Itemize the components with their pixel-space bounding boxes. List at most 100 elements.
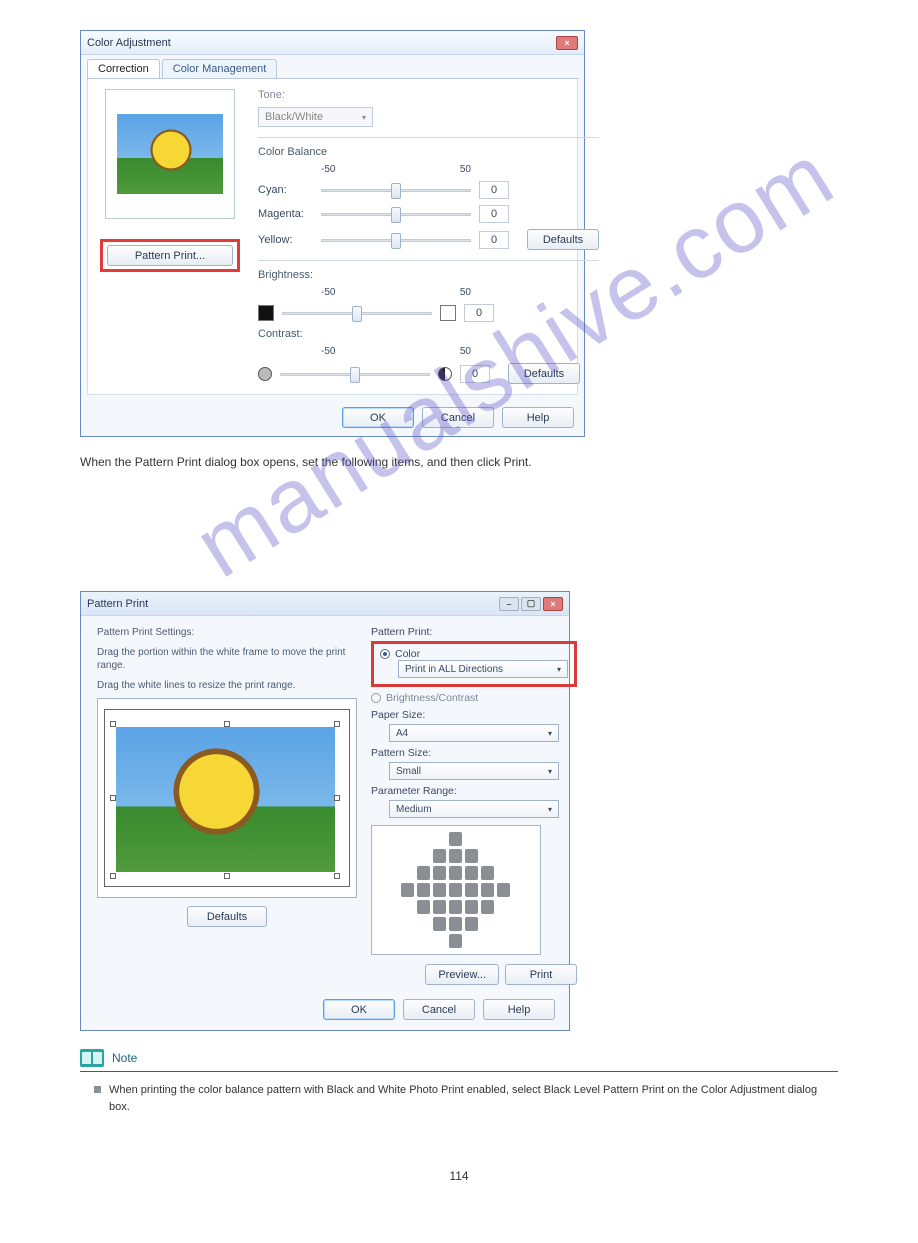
- cancel-button-2[interactable]: Cancel: [403, 999, 475, 1020]
- crop-handle[interactable]: [224, 721, 230, 727]
- crop-handle[interactable]: [110, 873, 116, 879]
- dialog2-button-row: OK Cancel Help: [81, 995, 569, 1030]
- note-text: When printing the color balance pattern …: [109, 1082, 834, 1115]
- paper-size-label: Paper Size:: [371, 709, 577, 721]
- chevron-down-icon: ▾: [557, 665, 561, 674]
- window-buttons: ×: [556, 36, 578, 50]
- color-adjustment-dialog: Color Adjustment × Correction Color Mana…: [80, 30, 585, 437]
- paper-size-select[interactable]: A4 ▾: [389, 724, 559, 742]
- white-square-icon: [440, 305, 456, 321]
- tab-strip: Correction Color Management: [87, 59, 578, 79]
- color-direction-value: Print in ALL Directions: [405, 664, 503, 675]
- page-number: 114: [80, 1169, 838, 1183]
- settings-hint2: Drag the white lines to resize the print…: [97, 679, 357, 693]
- scale-labels: -50 50: [321, 164, 471, 175]
- defaults-button-pattern[interactable]: Defaults: [187, 906, 267, 927]
- dialog-button-row: OK Cancel Help: [81, 401, 584, 436]
- pattern-size-value: Small: [396, 766, 421, 777]
- sample-image: [117, 114, 223, 194]
- crop-handle[interactable]: [334, 721, 340, 727]
- brightness-contrast-radio[interactable]: Brightness/Contrast: [371, 692, 577, 704]
- defaults-button-colorbalance[interactable]: Defaults: [527, 229, 599, 250]
- note-heading: Note: [112, 1051, 137, 1065]
- pattern-size-select[interactable]: Small ▾: [389, 762, 559, 780]
- pattern-size-label: Pattern Size:: [371, 747, 577, 759]
- contrast-label: Contrast:: [258, 328, 599, 340]
- crop-preview[interactable]: [97, 698, 357, 898]
- settings-heading: Pattern Print Settings:: [97, 626, 357, 640]
- parameter-range-select[interactable]: Medium ▾: [389, 800, 559, 818]
- dialog-titlebar: Color Adjustment ×: [81, 31, 584, 55]
- magenta-value[interactable]: 0: [479, 205, 509, 223]
- tone-label: Tone:: [258, 89, 599, 101]
- scale-min: -50: [321, 164, 335, 175]
- crop-handle[interactable]: [334, 795, 340, 801]
- pattern-print-label: Pattern Print:: [371, 626, 577, 638]
- scale-max: 50: [460, 164, 471, 175]
- color-direction-select[interactable]: Print in ALL Directions ▾: [398, 660, 568, 678]
- ok-button[interactable]: OK: [342, 407, 414, 428]
- dialog2-title: Pattern Print: [87, 598, 148, 610]
- chevron-down-icon: ▾: [548, 805, 552, 814]
- window-buttons-2: – ▢ ×: [499, 597, 563, 611]
- help-button-2[interactable]: Help: [483, 999, 555, 1020]
- tone-value: Black/White: [265, 111, 323, 123]
- crop-handle[interactable]: [224, 873, 230, 879]
- color-balance-label: Color Balance: [258, 146, 599, 158]
- crop-handle[interactable]: [334, 873, 340, 879]
- scale-max-c: 50: [460, 346, 471, 357]
- contrast-slider[interactable]: [280, 365, 430, 383]
- paper-size-value: A4: [396, 728, 408, 739]
- brightness-label: Brightness:: [258, 269, 599, 281]
- minimize-icon[interactable]: –: [499, 597, 519, 611]
- intro-text: When the Pattern Print dialog box opens,…: [80, 453, 838, 471]
- highlight-frame-2: Color Print in ALL Directions ▾: [371, 641, 577, 687]
- dialog2-titlebar: Pattern Print – ▢ ×: [81, 592, 569, 616]
- chevron-down-icon: ▾: [548, 729, 552, 738]
- square-bullet-icon: [94, 1086, 101, 1093]
- crop-handle[interactable]: [110, 721, 116, 727]
- settings-hint1: Drag the portion within the white frame …: [97, 646, 357, 673]
- color-radio-label: Color: [395, 648, 420, 660]
- cyan-value[interactable]: 0: [479, 181, 509, 199]
- pattern-print-button[interactable]: Pattern Print...: [107, 245, 233, 266]
- dialog-title: Color Adjustment: [87, 37, 171, 49]
- print-button[interactable]: Print: [505, 964, 577, 985]
- tab-correction[interactable]: Correction: [87, 59, 160, 78]
- close-icon-2[interactable]: ×: [543, 597, 563, 611]
- contrast-value[interactable]: 0: [460, 365, 490, 383]
- close-icon[interactable]: ×: [556, 36, 578, 50]
- crop-handle[interactable]: [110, 795, 116, 801]
- magenta-label: Magenta:: [258, 208, 313, 220]
- scale-max-b: 50: [460, 287, 471, 298]
- preview-thumbnail: [105, 89, 235, 219]
- black-square-icon: [258, 305, 274, 321]
- chevron-down-icon: ▾: [362, 113, 366, 122]
- cancel-button[interactable]: Cancel: [422, 407, 494, 428]
- note-heading-row: Note: [80, 1049, 838, 1067]
- grey-circle-icon: [258, 367, 272, 381]
- tone-select[interactable]: Black/White ▾: [258, 107, 373, 127]
- tab-color-management[interactable]: Color Management: [162, 59, 278, 78]
- preview-button[interactable]: Preview...: [425, 964, 499, 985]
- brightness-slider[interactable]: [282, 304, 432, 322]
- book-icon: [80, 1049, 104, 1067]
- scale-min-b: -50: [321, 287, 335, 298]
- yellow-label: Yellow:: [258, 234, 313, 246]
- scale-labels-brightness: -50 50: [321, 287, 471, 298]
- color-radio[interactable]: Color: [380, 648, 568, 660]
- brightness-value[interactable]: 0: [464, 304, 494, 322]
- scale-min-c: -50: [321, 346, 335, 357]
- pattern-print-dialog: Pattern Print – ▢ × Pattern Print Settin…: [80, 591, 570, 1031]
- help-button[interactable]: Help: [502, 407, 574, 428]
- maximize-icon[interactable]: ▢: [521, 597, 541, 611]
- yellow-value[interactable]: 0: [479, 231, 509, 249]
- parameter-range-value: Medium: [396, 804, 432, 815]
- ok-button-2[interactable]: OK: [323, 999, 395, 1020]
- magenta-slider[interactable]: [321, 205, 471, 223]
- scale-labels-contrast: -50 50: [321, 346, 471, 357]
- radio-off-icon: [371, 693, 381, 703]
- defaults-button-brightness[interactable]: Defaults: [508, 363, 580, 384]
- yellow-slider[interactable]: [321, 231, 471, 249]
- cyan-slider[interactable]: [321, 181, 471, 199]
